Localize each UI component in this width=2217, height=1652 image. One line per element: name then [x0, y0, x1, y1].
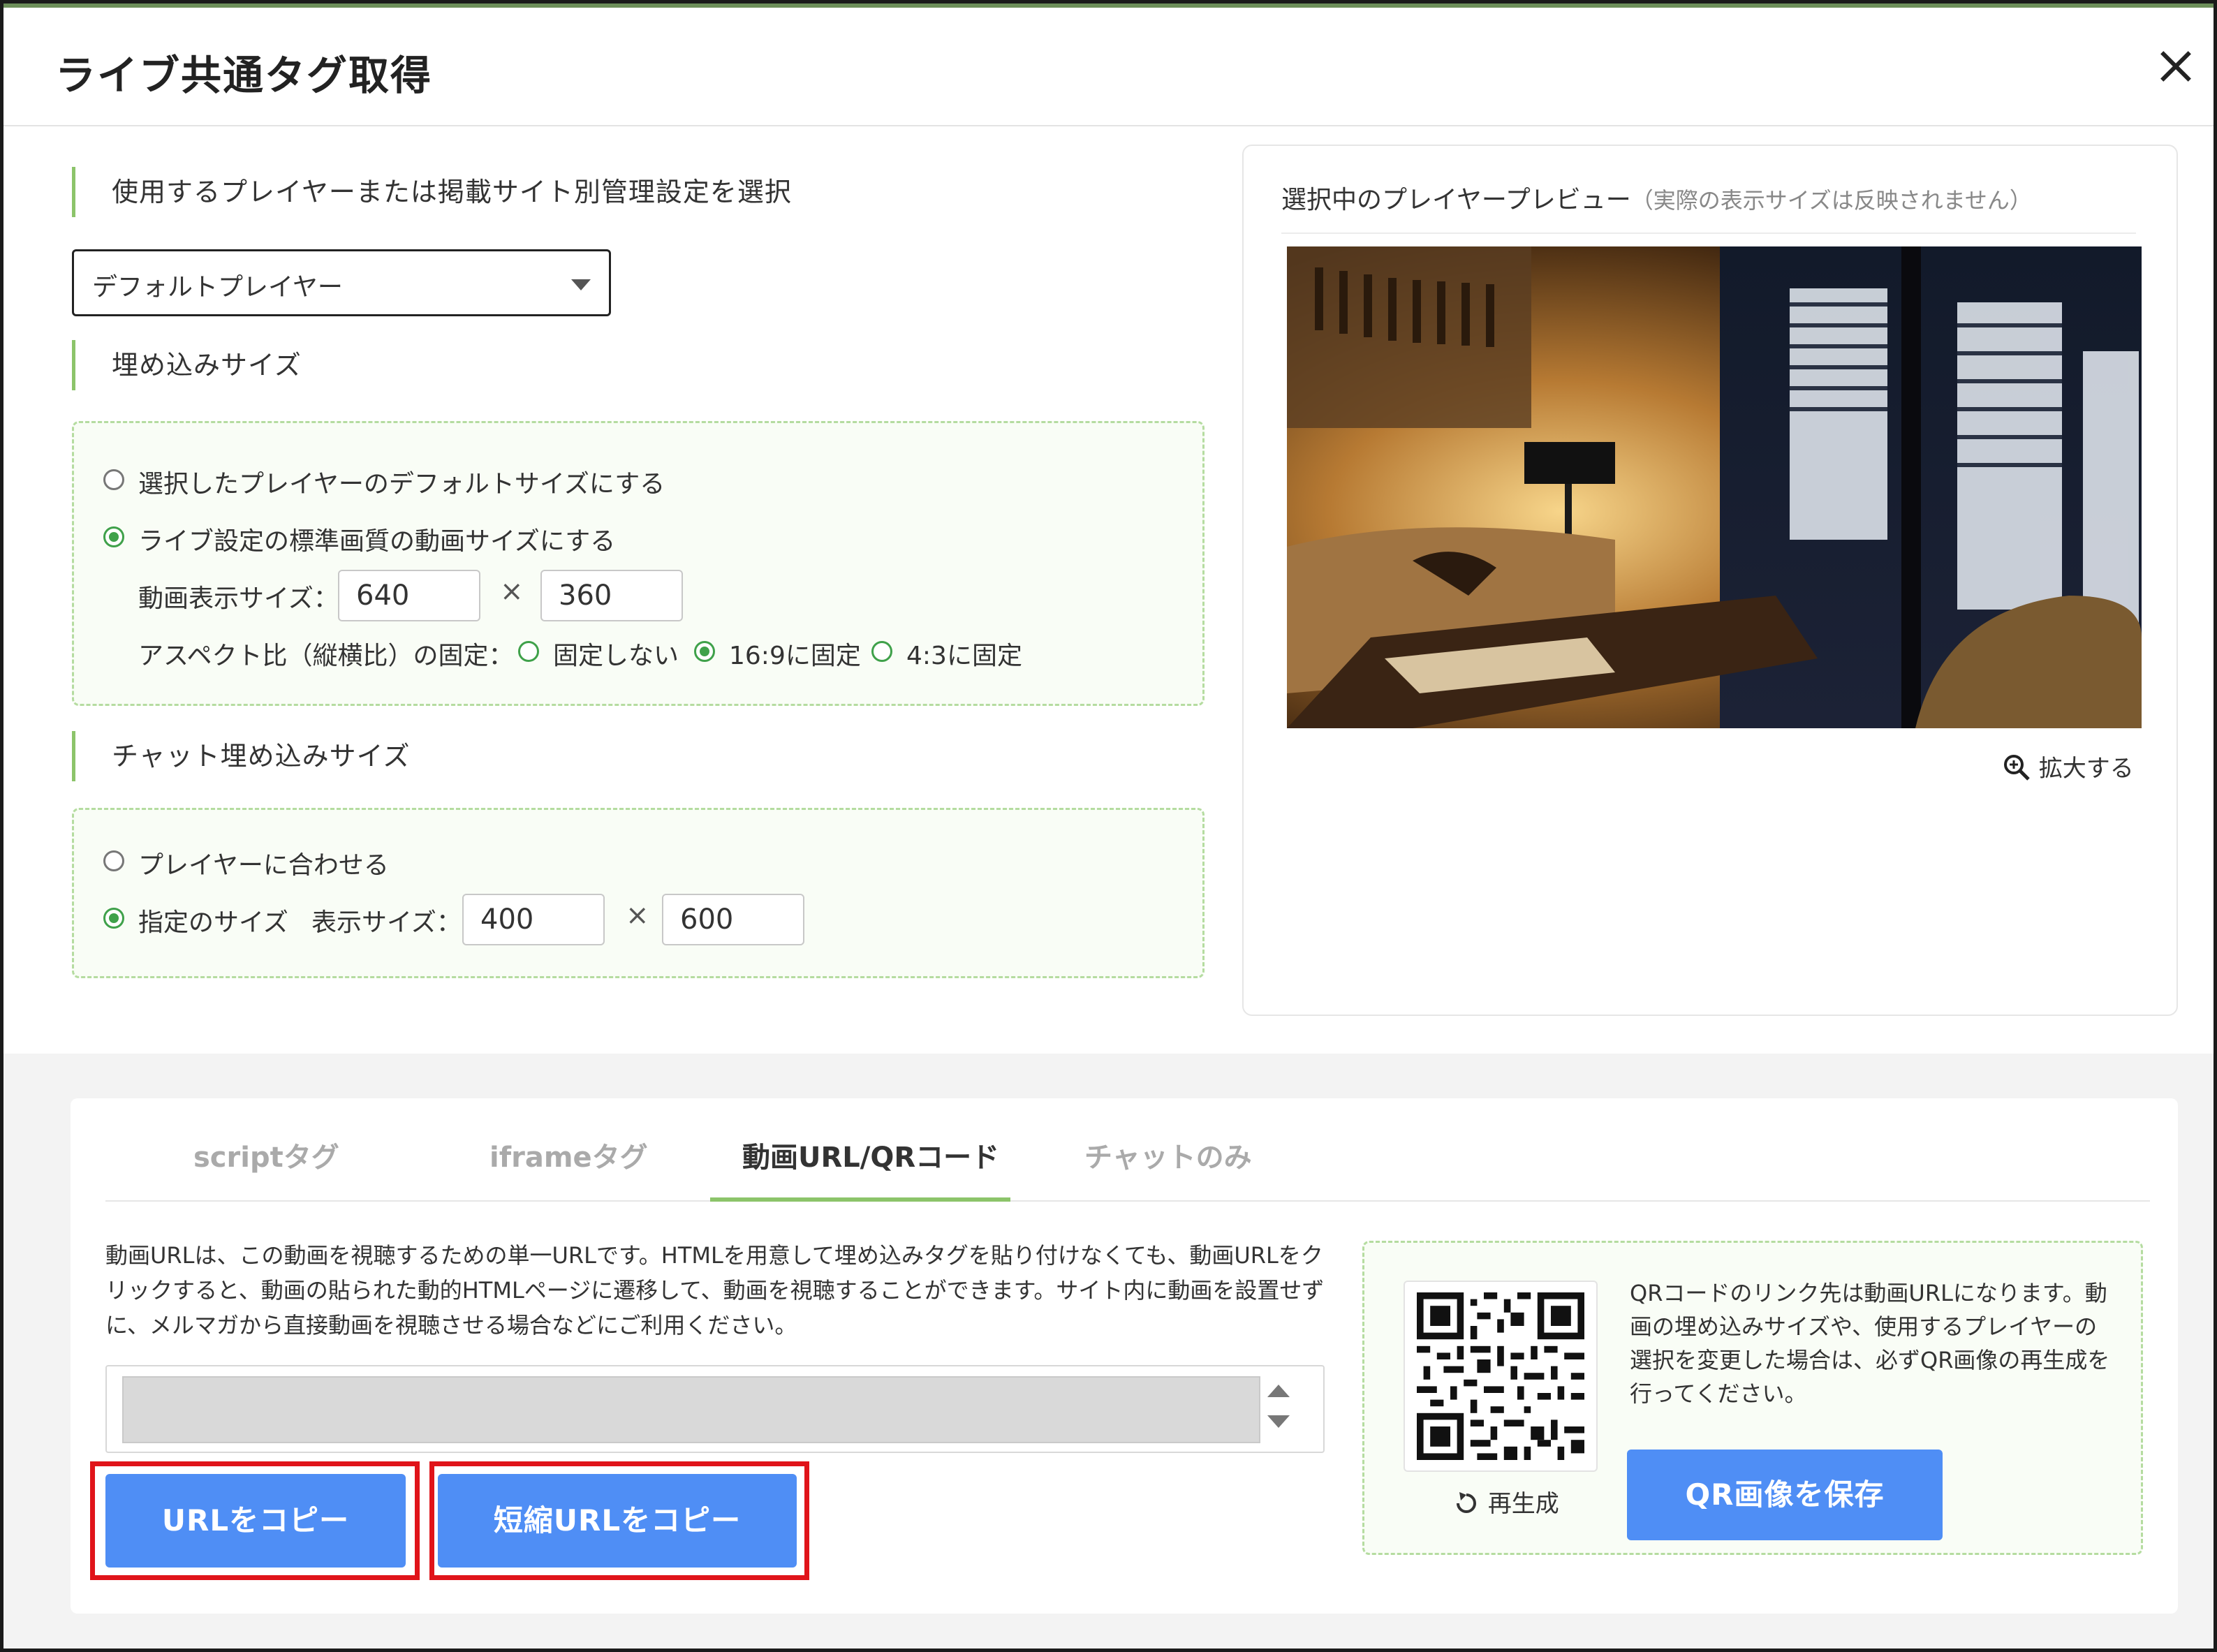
tab-divider — [105, 1200, 2150, 1202]
tab-chat-only[interactable]: チャットのみ — [1084, 1135, 1252, 1175]
tab-url-qr[interactable]: 動画URL/QRコード — [742, 1135, 999, 1175]
radio-aspect-169[interactable] — [694, 641, 715, 662]
player-select-value: デフォルトプレイヤー — [92, 273, 343, 302]
tab-iframe[interactable]: iframeタグ — [489, 1135, 648, 1175]
chat-height-input[interactable]: 600 — [662, 894, 804, 945]
regenerate-qr-link[interactable]: 再生成 — [1452, 1484, 1559, 1519]
radio-chat-fit[interactable] — [103, 850, 124, 871]
preview-image — [1287, 246, 2142, 728]
times-sign: × — [626, 899, 649, 931]
copy-short-url-button[interactable]: 短縮URLをコピー — [438, 1474, 797, 1568]
zoom-link[interactable]: 拡大する — [2002, 749, 2134, 783]
radio-standard-size[interactable] — [103, 526, 124, 547]
player-preview-panel: 選択中のプレイヤープレビュー（実際の表示サイズは反映されません） 拡大する — [1242, 145, 2178, 1016]
scroll-up-icon[interactable] — [1267, 1385, 1290, 1397]
player-select-section-label: 使用するプレイヤーまたは掲載サイト別管理設定を選択 — [72, 167, 792, 217]
embed-size-section-label: 埋め込みサイズ — [72, 340, 302, 390]
radio-standard-size-label: ライブ設定の標準画質の動画サイズにする — [138, 527, 616, 556]
qr-code-graphic — [1417, 1292, 1584, 1460]
dialog-header: ライブ共通タグ取得 — [3, 8, 2214, 126]
preview-title-text: 選択中のプレイヤープレビュー — [1281, 186, 1631, 214]
tab-script[interactable]: scriptタグ — [193, 1135, 339, 1175]
qr-info-text: QRコードのリンク先は動画URLになります。動画の埋め込みサイズや、使用するプレ… — [1630, 1280, 2110, 1407]
radio-aspect-169-label: 16:9に固定 — [729, 642, 861, 670]
chat-display-size-label: 表示サイズ： — [311, 908, 462, 937]
url-description: 動画URLは、この動画を視聴するための単一URLです。HTMLを用意して埋め込み… — [105, 1242, 1325, 1338]
zoom-in-icon — [2004, 755, 2030, 781]
radio-default-size-label: 選択したプレイヤーのデフォルトサイズにする — [138, 470, 665, 499]
preview-title-note: （実際の表示サイズは反映されません） — [1630, 187, 2032, 214]
regenerate-label: 再生成 — [1487, 1490, 1559, 1518]
video-height-input[interactable]: 360 — [540, 570, 683, 621]
chevron-down-icon — [571, 279, 591, 290]
preview-title: 選択中のプレイヤープレビュー（実際の表示サイズは反映されません） — [1281, 179, 2032, 216]
radio-aspect-none-label: 固定しない — [553, 642, 679, 670]
embed-size-box: 選択したプレイヤーのデフォルトサイズにする ライブ設定の標準画質の動画サイズにす… — [72, 421, 1205, 706]
radio-aspect-43[interactable] — [871, 641, 892, 662]
copy-url-button[interactable]: URLをコピー — [105, 1474, 406, 1568]
dialog-title: ライブ共通タグ取得 — [55, 52, 433, 99]
radio-aspect-43-label: 4:3に固定 — [906, 642, 1022, 670]
times-sign: × — [500, 575, 524, 607]
radio-default-size[interactable] — [103, 469, 124, 490]
video-url-field[interactable] — [122, 1376, 1260, 1443]
chat-size-box: プレイヤーに合わせる 指定のサイズ 表示サイズ： 400 × 600 — [72, 808, 1205, 978]
radio-chat-custom-label: 指定のサイズ — [138, 908, 288, 937]
zoom-label: 拡大する — [2038, 755, 2134, 783]
aspect-ratio-label: アスペクト比（縦横比）の固定： — [138, 642, 514, 670]
preview-photo-illustration — [1287, 246, 2142, 728]
player-select-dropdown[interactable]: デフォルトプレイヤー — [72, 249, 611, 316]
video-display-size-label: 動画表示サイズ： — [138, 584, 339, 613]
qr-code-panel: 再生成 QRコードのリンク先は動画URLになります。動画の埋め込みサイズや、使用… — [1362, 1241, 2143, 1555]
video-width-input[interactable]: 640 — [338, 570, 480, 621]
close-icon[interactable] — [2156, 47, 2195, 86]
radio-chat-custom[interactable] — [103, 908, 124, 929]
radio-aspect-none[interactable] — [518, 641, 539, 662]
dialog: ライブ共通タグ取得 使用するプレイヤーまたは掲載サイト別管理設定を選択 デフォル… — [0, 0, 2217, 1652]
url-field-container — [105, 1365, 1325, 1453]
radio-chat-fit-label: プレイヤーに合わせる — [138, 851, 389, 880]
scroll-down-icon[interactable] — [1267, 1415, 1290, 1428]
divider — [1281, 233, 2136, 234]
chat-width-input[interactable]: 400 — [462, 894, 605, 945]
qr-code-image — [1404, 1281, 1598, 1472]
save-qr-image-button[interactable]: QR画像を保存 — [1627, 1450, 1943, 1540]
refresh-icon — [1457, 1492, 1476, 1513]
tag-panel: scriptタグ iframeタグ 動画URL/QRコード チャットのみ 動画U… — [71, 1098, 2178, 1614]
active-tab-indicator — [710, 1197, 1010, 1202]
chat-size-section-label: チャット埋め込みサイズ — [72, 731, 410, 781]
